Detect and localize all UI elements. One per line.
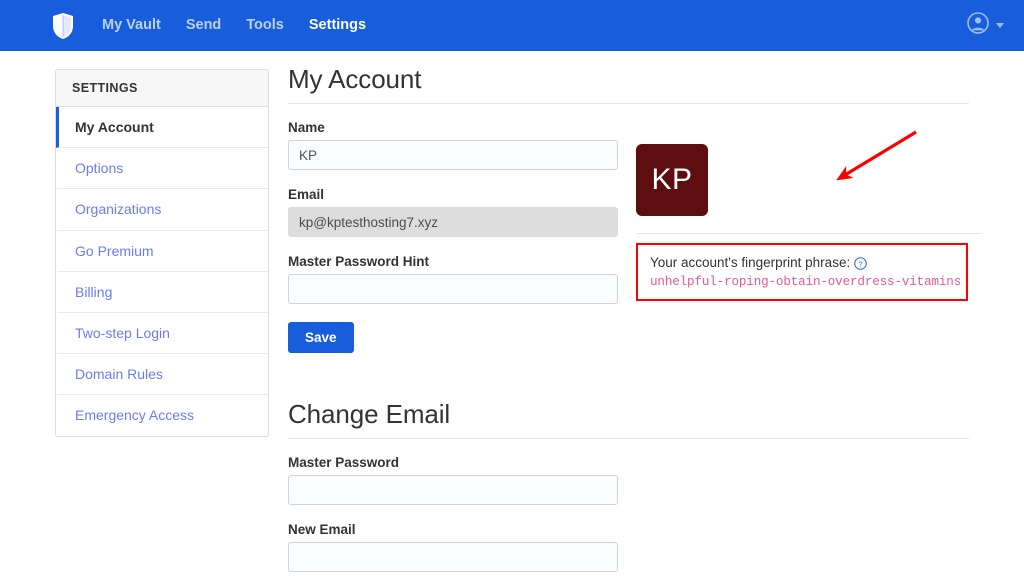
nav-link-settings[interactable]: Settings <box>309 18 366 33</box>
sidebar-item-organizations[interactable]: Organizations <box>56 189 268 230</box>
sidebar-item-domain-rules[interactable]: Domain Rules <box>56 354 268 395</box>
new-email-label: New Email <box>288 522 969 537</box>
sidebar-item-my-account[interactable]: My Account <box>56 107 268 148</box>
sidebar-item-options[interactable]: Options <box>56 148 268 189</box>
account-columns: Name Email Master Password Hint Save KP … <box>288 104 969 353</box>
fingerprint-phrase: unhelpful-roping-obtain-overdress-vitami… <box>650 275 954 289</box>
fingerprint-label: Your account's fingerprint phrase: <box>650 254 850 272</box>
settings-sidebar: SETTINGS My Account Options Organization… <box>55 69 269 437</box>
app-page: My Vault Send Tools Settings SETTINGS My… <box>0 0 1024 581</box>
sidebar-header: SETTINGS <box>56 70 268 107</box>
name-label: Name <box>288 120 618 135</box>
account-aside: KP Your account's fingerprint phrase: ? … <box>636 104 981 353</box>
change-email-section: Change Email Master Password New Email <box>288 399 969 572</box>
fingerprint-label-row: Your account's fingerprint phrase: ? <box>650 254 954 272</box>
name-input[interactable] <box>288 140 618 170</box>
question-circle-icon[interactable]: ? <box>854 257 867 270</box>
page-title: My Account <box>288 64 969 103</box>
spacer <box>288 237 618 254</box>
account-menu[interactable] <box>967 0 1004 51</box>
master-password-hint-input[interactable] <box>288 274 618 304</box>
change-email-master-password-label: Master Password <box>288 455 969 470</box>
nav-link-tools[interactable]: Tools <box>246 18 284 33</box>
top-navbar: My Vault Send Tools Settings <box>0 0 1024 51</box>
main-content: My Account Name Email Master Password Hi… <box>288 64 969 572</box>
email-label: Email <box>288 187 618 202</box>
sidebar-item-go-premium[interactable]: Go Premium <box>56 231 268 272</box>
master-password-hint-label: Master Password Hint <box>288 254 618 269</box>
avatar-divider <box>636 233 981 234</box>
nav-links: My Vault Send Tools Settings <box>102 18 391 33</box>
sidebar-item-emergency-access[interactable]: Emergency Access <box>56 395 268 435</box>
save-button[interactable]: Save <box>288 322 354 353</box>
spacer <box>288 505 969 522</box>
svg-text:?: ? <box>859 259 863 268</box>
new-email-input[interactable] <box>288 542 618 572</box>
change-email-master-password-input[interactable] <box>288 475 618 505</box>
email-input <box>288 207 618 237</box>
nav-link-my-vault[interactable]: My Vault <box>102 18 161 33</box>
chevron-down-icon[interactable] <box>996 23 1004 28</box>
fingerprint-highlight-box: Your account's fingerprint phrase: ? unh… <box>636 243 968 301</box>
user-circle-icon[interactable] <box>967 12 989 39</box>
change-email-title: Change Email <box>288 399 969 438</box>
account-form: Name Email Master Password Hint Save <box>288 104 618 353</box>
sidebar-item-billing[interactable]: Billing <box>56 272 268 313</box>
change-email-fields: Master Password New Email <box>288 439 969 572</box>
bitwarden-shield-logo-icon[interactable] <box>50 11 76 41</box>
avatar: KP <box>636 144 708 216</box>
spacer <box>288 170 618 187</box>
nav-link-send[interactable]: Send <box>186 18 221 33</box>
sidebar-item-two-step-login[interactable]: Two-step Login <box>56 313 268 354</box>
